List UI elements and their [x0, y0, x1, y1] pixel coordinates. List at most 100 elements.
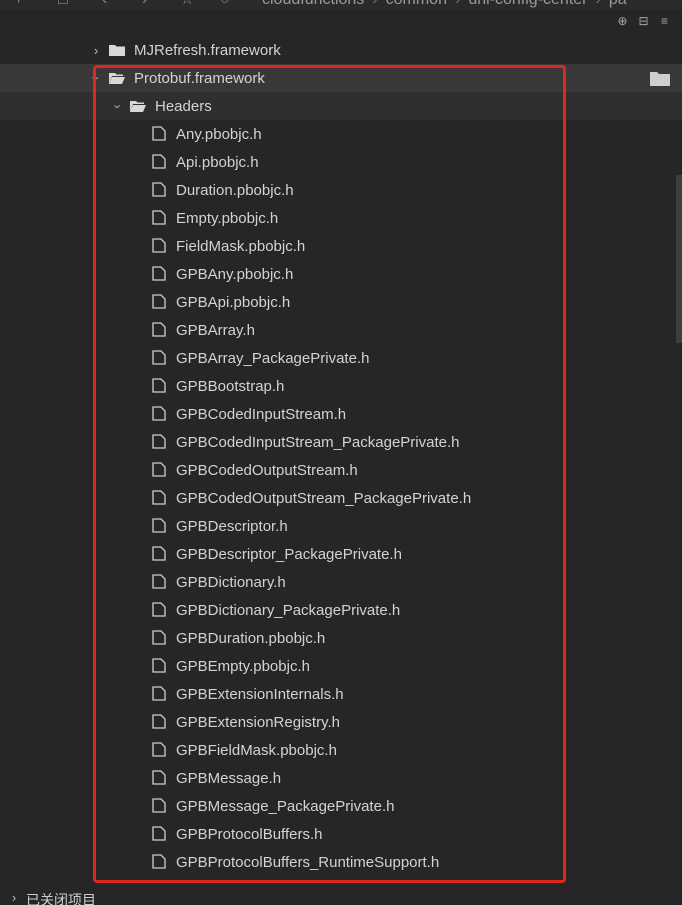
file-label: GPBAny.pbobjc.h — [176, 265, 294, 283]
file-icon — [152, 742, 166, 757]
file-item[interactable]: GPBExtensionInternals.h — [0, 680, 682, 708]
file-label: GPBProtocolBuffers.h — [176, 825, 323, 843]
file-icon — [152, 406, 166, 421]
file-icon — [152, 154, 166, 169]
file-label: GPBCodedOutputStream_PackagePrivate.h — [176, 489, 472, 507]
file-icon — [152, 238, 166, 253]
file-item[interactable]: GPBDescriptor.h — [0, 512, 682, 540]
file-item[interactable]: GPBProtocolBuffers_RuntimeSupport.h — [0, 848, 682, 876]
menu-icon[interactable]: ≡ — [659, 15, 670, 27]
file-label: GPBMessage_PackagePrivate.h — [176, 797, 395, 815]
file-item[interactable]: GPBArray.h — [0, 316, 682, 344]
file-icon — [152, 574, 166, 589]
collapse-icon[interactable]: ⊟ — [638, 15, 649, 27]
file-icon — [152, 126, 166, 141]
folder-label: Protobuf.framework — [134, 69, 265, 87]
file-item[interactable]: GPBExtensionRegistry.h — [0, 708, 682, 736]
file-label: GPBCodedOutputStream.h — [176, 461, 358, 479]
file-item[interactable]: GPBBootstrap.h — [0, 372, 682, 400]
breadcrumb-item[interactable]: common — [386, 0, 447, 8]
file-label: FieldMask.pbobjc.h — [176, 237, 306, 255]
file-label: GPBApi.pbobjc.h — [176, 293, 291, 311]
file-icon — [152, 630, 166, 645]
history-icon[interactable]: ○ — [220, 0, 230, 9]
file-item[interactable]: FieldMask.pbobjc.h — [0, 232, 682, 260]
file-label: GPBDuration.pbobjc.h — [176, 629, 326, 647]
file-label: GPBBootstrap.h — [176, 377, 285, 395]
file-item[interactable]: GPBCodedOutputStream.h — [0, 456, 682, 484]
file-icon — [152, 490, 166, 505]
breadcrumb-item[interactable]: cloudfunctions — [262, 0, 364, 8]
file-icon — [152, 378, 166, 393]
star-icon[interactable]: ☆ — [180, 0, 194, 9]
file-item[interactable]: GPBApi.pbobjc.h — [0, 288, 682, 316]
closed-projects-label: 已关闭项目 — [26, 892, 96, 905]
file-label: GPBExtensionRegistry.h — [176, 713, 340, 731]
file-item[interactable]: GPBDictionary.h — [0, 568, 682, 596]
breadcrumb-item[interactable]: uni-config-center — [468, 0, 587, 8]
file-label: GPBProtocolBuffers_RuntimeSupport.h — [176, 853, 440, 871]
file-item[interactable]: Any.pbobjc.h — [0, 120, 682, 148]
locate-icon[interactable]: ⊕ — [617, 15, 628, 27]
scrollbar[interactable] — [676, 175, 682, 343]
breadcrumb-item[interactable]: pa — [609, 0, 627, 8]
file-item[interactable]: GPBMessage.h — [0, 764, 682, 792]
folder-icon — [109, 45, 125, 56]
file-icon — [152, 350, 166, 365]
file-item[interactable]: GPBCodedInputStream_PackagePrivate.h — [0, 428, 682, 456]
new-file-icon[interactable]: + — [14, 0, 23, 9]
tree-folder-protobuf[interactable]: › Protobuf.framework — [0, 64, 682, 92]
tree-folder-mjrefresh[interactable]: › MJRefresh.framework — [0, 36, 682, 64]
chevron-down-icon[interactable]: › — [111, 100, 126, 112]
file-label: GPBArray.h — [176, 321, 255, 339]
file-icon — [152, 546, 166, 561]
file-icon — [152, 182, 166, 197]
file-label: Empty.pbobjc.h — [176, 209, 279, 227]
file-item[interactable]: GPBDuration.pbobjc.h — [0, 624, 682, 652]
open-folder-icon[interactable] — [650, 71, 670, 86]
file-item[interactable]: GPBMessage_PackagePrivate.h — [0, 792, 682, 820]
file-icon — [152, 462, 166, 477]
file-icon — [152, 686, 166, 701]
breadcrumb: cloudfunctions›common›uni-config-center›… — [262, 0, 627, 9]
chevron-right-icon[interactable]: › — [90, 43, 102, 58]
file-item[interactable]: GPBDescriptor_PackagePrivate.h — [0, 540, 682, 568]
file-item[interactable]: GPBFieldMask.pbobjc.h — [0, 736, 682, 764]
file-item[interactable]: Duration.pbobjc.h — [0, 176, 682, 204]
file-item[interactable]: GPBDictionary_PackagePrivate.h — [0, 596, 682, 624]
file-label: Api.pbobjc.h — [176, 153, 259, 171]
file-icon — [152, 770, 166, 785]
file-item[interactable]: GPBAny.pbobjc.h — [0, 260, 682, 288]
folder-open-icon — [109, 73, 125, 84]
file-icon — [152, 714, 166, 729]
chevron-right-icon[interactable]: › — [8, 890, 20, 905]
file-item[interactable]: GPBEmpty.pbobjc.h — [0, 652, 682, 680]
file-label: GPBCodedInputStream.h — [176, 405, 347, 423]
file-label: GPBDescriptor_PackagePrivate.h — [176, 545, 402, 563]
file-icon — [152, 322, 166, 337]
window-icon[interactable]: □ — [58, 0, 68, 9]
file-item[interactable]: Api.pbobjc.h — [0, 148, 682, 176]
file-icon — [152, 266, 166, 281]
file-label: GPBEmpty.pbobjc.h — [176, 657, 310, 675]
file-label: GPBMessage.h — [176, 769, 282, 787]
file-label: GPBArray_PackagePrivate.h — [176, 349, 370, 367]
folder-label: Headers — [155, 97, 212, 115]
closed-projects-row[interactable]: › 已关闭项目 — [0, 888, 682, 905]
file-item[interactable]: GPBCodedOutputStream_PackagePrivate.h — [0, 484, 682, 512]
file-item[interactable]: GPBProtocolBuffers.h — [0, 820, 682, 848]
tree-folder-headers[interactable]: › Headers — [0, 92, 682, 120]
file-label: GPBDescriptor.h — [176, 517, 288, 535]
file-item[interactable]: Empty.pbobjc.h — [0, 204, 682, 232]
back-icon[interactable]: ‹ — [102, 0, 107, 9]
editor-window: + □ ‹ › ☆ ○ cloudfunctions›common›uni-co… — [0, 0, 682, 905]
file-label: GPBFieldMask.pbobjc.h — [176, 741, 337, 759]
file-item[interactable]: GPBArray_PackagePrivate.h — [0, 344, 682, 372]
folder-open-icon — [130, 101, 146, 112]
file-label: GPBDictionary.h — [176, 573, 286, 591]
file-label: GPBDictionary_PackagePrivate.h — [176, 601, 401, 619]
file-item[interactable]: GPBCodedInputStream.h — [0, 400, 682, 428]
chevron-down-icon[interactable]: › — [89, 72, 104, 84]
file-icon — [152, 294, 166, 309]
forward-icon[interactable]: › — [142, 0, 147, 9]
